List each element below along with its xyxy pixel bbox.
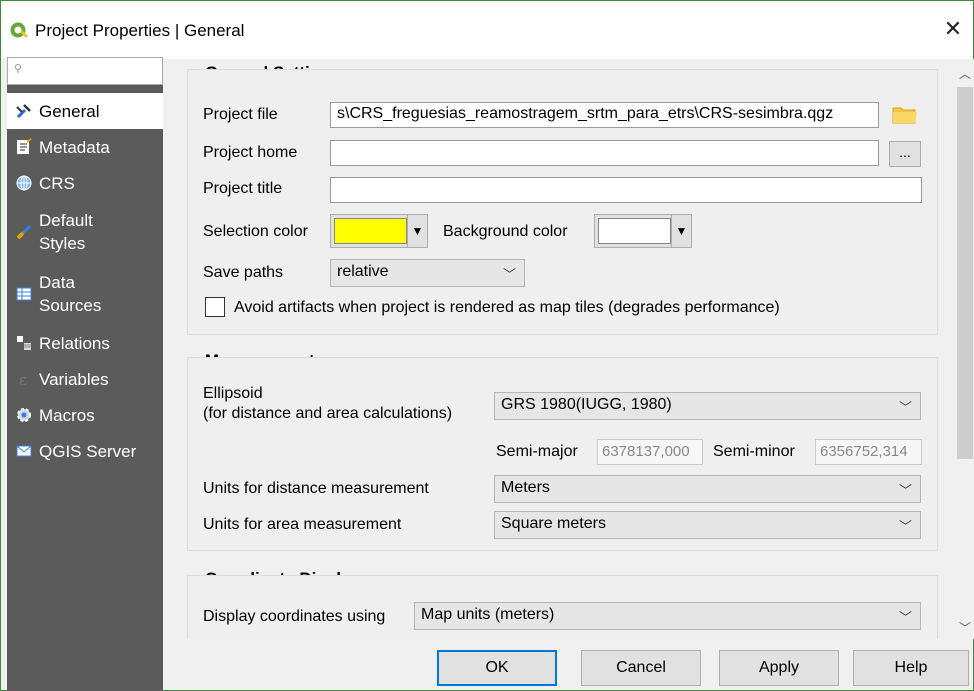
wrench-icon [16, 104, 31, 119]
svg-text:ε: ε [19, 371, 27, 388]
dropdown-arrow-icon: ▼ [671, 215, 691, 247]
background-color-label: Background color [443, 223, 568, 240]
close-icon[interactable]: ✕ [941, 17, 965, 41]
project-title-label: Project title [203, 180, 283, 197]
sidebar-list: General Metadata CRS Default Styles Data… [7, 93, 163, 469]
chevron-down-icon: ﹀ [898, 519, 912, 534]
sidebar-item-macros[interactable]: Macros [7, 397, 163, 433]
sidebar-item-label: Metadata [39, 137, 110, 157]
area-units-select[interactable]: Square meters ﹀ [494, 511, 921, 539]
selection-color-swatch [334, 218, 407, 244]
folder-icon[interactable] [892, 105, 918, 125]
apply-button[interactable]: Apply [719, 650, 839, 686]
cancel-button[interactable]: Cancel [581, 650, 701, 686]
metadata-icon [17, 138, 32, 154]
relations-icon [17, 336, 31, 350]
project-home-label: Project home [203, 144, 298, 161]
sidebar-item-metadata[interactable]: Metadata [7, 129, 163, 165]
ok-button[interactable]: OK [437, 650, 557, 686]
settings-content: ▼ General Settings Project file s\CRS_fr… [169, 59, 952, 639]
background-color-swatch [598, 218, 671, 244]
sidebar-item-label: Data Sources [39, 273, 102, 315]
display-coordinates-select[interactable]: Map units (meters) ﹀ [414, 602, 921, 630]
project-file-field[interactable]: s\CRS_freguesias_reamostragem_srtm_para_… [330, 102, 879, 128]
gear-icon [17, 408, 31, 422]
scrollbar-thumb[interactable] [957, 87, 973, 459]
avoid-artifacts-checkbox[interactable] [205, 297, 225, 317]
sidebar-item-label: CRS [39, 173, 75, 193]
brush-icon [16, 224, 32, 240]
save-paths-select[interactable]: relative ﹀ [330, 259, 525, 287]
selection-color-label: Selection color [203, 223, 308, 240]
semi-major-label: Semi-major [496, 443, 578, 460]
sidebar-search-input[interactable]: ⚲ [7, 57, 163, 85]
display-coordinates-label: Display coordinates using [203, 608, 386, 625]
globe-icon [16, 175, 32, 191]
table-icon [16, 287, 32, 301]
area-units-label: Units for area measurement [203, 516, 402, 533]
sidebar-item-crs[interactable]: CRS [7, 165, 163, 201]
semi-major-field: 6378137,000 [597, 439, 703, 465]
scroll-down-icon[interactable]: ﹀ [959, 619, 971, 636]
avoid-artifacts-label: Avoid artifacts when project is rendered… [234, 299, 780, 316]
browse-home-button[interactable]: ... [889, 141, 921, 167]
dropdown-arrow-icon: ▼ [407, 215, 427, 247]
project-home-field[interactable] [330, 140, 879, 166]
sidebar-item-label: Default Styles [39, 211, 93, 253]
sidebar-item-qgis-server[interactable]: QGIS Server [7, 433, 163, 469]
distance-units-select[interactable]: Meters ﹀ [494, 475, 921, 503]
semi-minor-field: 6356752,314 [815, 439, 922, 465]
chevron-down-icon: ﹀ [898, 483, 912, 498]
project-file-label: Project file [203, 106, 278, 123]
sidebar-item-label: Macros [39, 405, 95, 425]
sidebar-item-general[interactable]: General [7, 93, 163, 129]
project-title-field[interactable] [330, 177, 922, 203]
chevron-down-icon: ﹀ [898, 610, 912, 625]
server-icon [16, 445, 32, 457]
semi-minor-label: Semi-minor [713, 443, 795, 460]
project-properties-window: Project Properties | General ✕ ⚲ General… [0, 0, 974, 691]
sidebar-item-label: General [39, 101, 100, 121]
vertical-scrollbar[interactable]: ︿ ﹀ [955, 59, 974, 639]
ellipsoid-sublabel: (for distance and area calculations) [203, 405, 453, 422]
title-bar: Project Properties | General ✕ [1, 1, 973, 59]
selection-color-button[interactable]: ▼ [330, 214, 428, 248]
chevron-down-icon: ﹀ [502, 267, 516, 282]
distance-units-label: Units for distance measurement [203, 480, 429, 497]
help-button[interactable]: Help [853, 650, 969, 686]
sidebar-item-label: Variables [39, 369, 109, 389]
sidebar-item-relations[interactable]: Relations [7, 325, 163, 361]
qgis-logo-icon [10, 22, 28, 38]
sidebar-item-label: QGIS Server [39, 441, 137, 461]
ellipsoid-select[interactable]: GRS 1980(IUGG, 1980) ﹀ [494, 392, 921, 420]
scroll-up-icon[interactable]: ︿ [959, 65, 971, 82]
sidebar-item-variables[interactable]: ε Variables [7, 361, 163, 397]
background-color-button[interactable]: ▼ [594, 214, 692, 248]
ellipsoid-label: Ellipsoid [203, 385, 263, 402]
window-title: Project Properties | General [35, 21, 245, 40]
variables-icon: ε [19, 371, 27, 388]
sidebar-item-data-sources[interactable]: Data Sources [7, 263, 163, 325]
save-paths-label: Save paths [203, 264, 284, 281]
sidebar-item-default-styles[interactable]: Default Styles [7, 201, 163, 263]
sidebar-item-label: Relations [39, 333, 110, 353]
chevron-down-icon: ﹀ [898, 400, 912, 415]
search-icon: ⚲ [14, 63, 23, 75]
